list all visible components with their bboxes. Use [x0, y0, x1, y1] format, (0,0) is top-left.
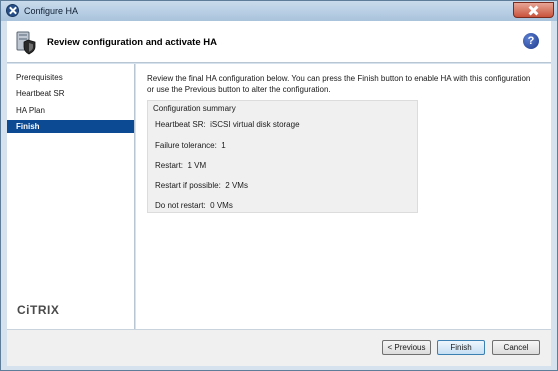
summary-label: Do not restart:: [155, 201, 206, 210]
configuration-summary-box: Configuration summary Heartbeat SR: iSCS…: [147, 100, 418, 213]
summary-value: 1 VM: [187, 161, 207, 170]
intro-text: Review the final HA configuration below.…: [147, 74, 531, 94]
summary-value: 0 VMs: [210, 201, 233, 210]
page-title: Review configuration and activate HA: [47, 37, 217, 48]
window-title: Configure HA: [24, 6, 79, 16]
sidebar-item-heartbeat-sr[interactable]: Heartbeat SR: [7, 87, 134, 100]
summary-row-heartbeat-sr: Heartbeat SR: iSCSI virtual disk storage: [155, 120, 300, 129]
summary-title: Configuration summary: [153, 104, 236, 113]
server-shield-icon: [16, 31, 36, 55]
title-bar[interactable]: Configure HA: [1, 1, 557, 21]
sidebar-item-prerequisites[interactable]: Prerequisites: [7, 71, 134, 84]
summary-label: Failure tolerance:: [155, 141, 217, 150]
help-icon[interactable]: ?: [523, 33, 539, 49]
citrix-logo: CiTRIX: [17, 303, 60, 317]
summary-row-restart-if-possible: Restart if possible: 2 VMs: [155, 181, 248, 190]
sidebar-item-finish[interactable]: Finish: [7, 120, 134, 133]
previous-button[interactable]: < Previous: [382, 340, 431, 355]
cancel-button[interactable]: Cancel: [492, 340, 540, 355]
sidebar-item-ha-plan[interactable]: HA Plan: [7, 104, 134, 117]
summary-label: Heartbeat SR:: [155, 120, 206, 129]
summary-row-do-not-restart: Do not restart: 0 VMs: [155, 201, 233, 210]
finish-page-content: Review the final HA configuration below.…: [136, 64, 551, 329]
xencenter-app-icon: [6, 4, 19, 17]
finish-button[interactable]: Finish: [437, 340, 485, 355]
summary-label: Restart:: [155, 161, 184, 170]
configure-ha-window: Configure HA Review configuration and ac…: [0, 0, 558, 371]
wizard-steps-sidebar: Prerequisites Heartbeat SR HA Plan Finis…: [7, 64, 135, 329]
summary-label: Restart if possible:: [155, 181, 221, 190]
summary-row-restart: Restart: 1 VM: [155, 161, 206, 170]
wizard-header: Review configuration and activate HA ?: [7, 21, 551, 63]
summary-value: 2 VMs: [225, 181, 248, 190]
summary-row-failure-tolerance: Failure tolerance: 1: [155, 141, 226, 150]
wizard-footer: < Previous Finish Cancel: [7, 329, 551, 366]
close-button[interactable]: [513, 2, 554, 18]
summary-value: 1: [221, 141, 226, 150]
summary-value: iSCSI virtual disk storage: [210, 120, 300, 129]
